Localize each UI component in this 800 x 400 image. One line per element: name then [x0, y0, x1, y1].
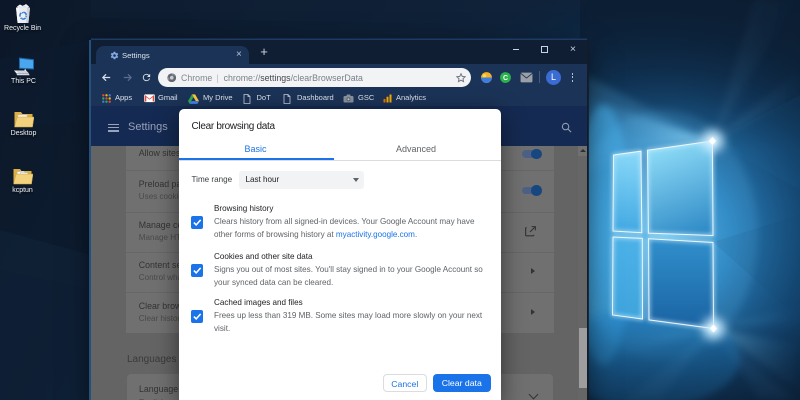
svg-text:C: C: [503, 74, 508, 81]
